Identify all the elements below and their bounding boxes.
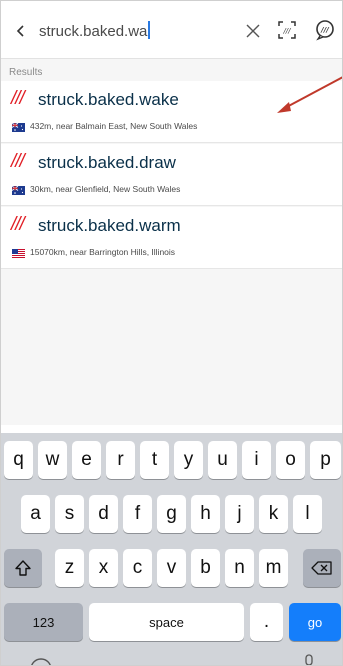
scan-icon[interactable]: /// xyxy=(276,19,298,41)
voice-icon[interactable]: /// xyxy=(314,19,336,41)
backspace-icon xyxy=(311,561,332,575)
chevron-left-icon[interactable] xyxy=(13,21,29,41)
key-j[interactable]: j xyxy=(225,495,254,533)
australia-flag-icon xyxy=(12,186,25,195)
result-near: 15070km, near Barrington Hills, Illinois xyxy=(30,247,176,257)
key-u[interactable]: u xyxy=(208,441,237,479)
svg-text:///: /// xyxy=(282,27,291,35)
period-key[interactable]: . xyxy=(250,603,283,641)
key-p[interactable]: p xyxy=(310,441,341,479)
key-f[interactable]: f xyxy=(123,495,152,533)
key-x[interactable]: x xyxy=(89,549,118,587)
svg-text:///: /// xyxy=(320,26,330,34)
search-query: struck.baked.wa xyxy=(39,23,148,40)
key-g[interactable]: g xyxy=(157,495,186,533)
key-d[interactable]: d xyxy=(89,495,118,533)
australia-flag-icon xyxy=(12,123,25,132)
result-words: struck.baked.draw xyxy=(38,153,176,172)
key-w[interactable]: w xyxy=(38,441,67,479)
key-h[interactable]: h xyxy=(191,495,220,533)
usa-flag-icon xyxy=(12,249,25,258)
key-c[interactable]: c xyxy=(123,549,152,587)
key-v[interactable]: v xyxy=(157,549,186,587)
keyboard-bottom-bar xyxy=(31,654,313,666)
slashes-logo: /// xyxy=(11,88,25,109)
result-item[interactable]: /// struck.baked.warm 15070km, near Barr… xyxy=(1,207,342,269)
emoji-icon[interactable] xyxy=(31,658,51,666)
annotation-arrow xyxy=(277,76,342,113)
key-m[interactable]: m xyxy=(259,549,288,587)
key-e[interactable]: e xyxy=(72,441,101,479)
shift-icon xyxy=(15,560,31,576)
key-b[interactable]: b xyxy=(191,549,220,587)
key-n[interactable]: n xyxy=(225,549,254,587)
slashes-logo: /// xyxy=(11,151,25,172)
key-r[interactable]: r xyxy=(106,441,135,479)
results-header: Results xyxy=(9,67,43,78)
result-words: struck.baked.wake xyxy=(38,90,179,109)
space-key[interactable]: space xyxy=(89,603,244,641)
key-y[interactable]: y xyxy=(174,441,203,479)
slashes-logo: /// xyxy=(11,214,25,235)
key-o[interactable]: o xyxy=(276,441,305,479)
shift-key[interactable] xyxy=(4,549,42,587)
result-near: 432m, near Balmain East, New South Wales xyxy=(30,121,198,131)
result-item[interactable]: /// struck.baked.draw 30km, near Glenfie… xyxy=(1,144,342,206)
search-input[interactable]: struck.baked.wa xyxy=(39,19,229,45)
key-i[interactable]: i xyxy=(242,441,271,479)
key-q[interactable]: q xyxy=(4,441,33,479)
key-k[interactable]: k xyxy=(259,495,288,533)
microphone-icon[interactable] xyxy=(305,654,313,665)
result-words: struck.baked.warm xyxy=(38,216,181,235)
key-z[interactable]: z xyxy=(55,549,84,587)
search-bar: struck.baked.wa /// /// xyxy=(1,1,342,59)
go-key[interactable]: go xyxy=(289,603,341,641)
key-l[interactable]: l xyxy=(293,495,322,533)
close-icon[interactable] xyxy=(244,22,262,40)
app-screen: struck.baked.wa /// /// Results /// stru… xyxy=(0,0,343,666)
key-a[interactable]: a xyxy=(21,495,50,533)
key-t[interactable]: t xyxy=(140,441,169,479)
numbers-key[interactable]: 123 xyxy=(4,603,83,641)
key-s[interactable]: s xyxy=(55,495,84,533)
keyboard: q w e r t y u i o p a s d f g h j k l z … xyxy=(1,433,342,666)
text-caret xyxy=(148,21,150,39)
result-near: 30km, near Glenfield, New South Wales xyxy=(30,184,181,194)
delete-key[interactable] xyxy=(303,549,341,587)
